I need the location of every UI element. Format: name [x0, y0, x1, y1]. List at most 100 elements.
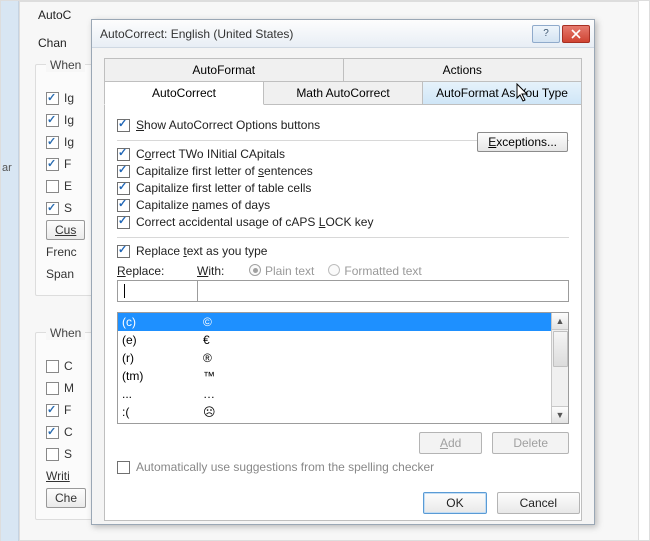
checkbox-auto-suggestions[interactable] [117, 461, 130, 474]
checkbox-icon[interactable] [46, 180, 59, 193]
checkbox-replace-as-type[interactable] [117, 245, 130, 258]
custom-dict-button[interactable]: Cus [46, 220, 85, 240]
checkbox-icon[interactable] [46, 158, 59, 171]
cancel-button[interactable]: Cancel [497, 492, 580, 514]
list-row[interactable]: (tm)™ [118, 367, 551, 385]
list-row[interactable]: (c)© [118, 313, 551, 331]
bg-item-label: M [64, 381, 74, 395]
bg-row: C [46, 423, 90, 441]
bg-row: Che [46, 489, 90, 507]
list-row[interactable]: ...… [118, 385, 551, 403]
scrollbar[interactable]: ▲ ▼ [551, 313, 568, 423]
help-button[interactable]: ? [532, 25, 560, 43]
bg-item-label: Ig [64, 113, 74, 127]
autocorrect-dialog: AutoCorrect: English (United States) ? A… [91, 19, 595, 525]
checkbox-capitalize-days[interactable] [117, 199, 130, 212]
checkbox-capitalize-cells[interactable] [117, 182, 130, 195]
dialog-footer: OK Cancel [423, 492, 580, 514]
bg-item-label: F [64, 157, 71, 171]
list-to: € [197, 333, 551, 347]
bg-group1-label: When [46, 58, 85, 72]
bg-writing-label: Writi [46, 469, 70, 483]
ok-button[interactable]: OK [423, 492, 486, 514]
bg-group2-label: When [46, 326, 85, 340]
tab-actions[interactable]: Actions [344, 58, 583, 82]
label-replace-as-type: Replace text as you type [136, 244, 267, 258]
checkbox-icon[interactable] [46, 360, 59, 373]
with-input[interactable] [197, 280, 569, 302]
bg-row: Ig [46, 111, 90, 129]
checkbox-correct-capslock[interactable] [117, 216, 130, 229]
titlebar[interactable]: AutoCorrect: English (United States) ? [92, 20, 594, 48]
list-from: (tm) [118, 369, 197, 383]
bg-item-label: E [64, 179, 72, 193]
label-capitalize-days: Capitalize names of days [136, 198, 270, 212]
tab-autoformat-as-you-type[interactable]: AutoFormat As You Type [423, 81, 582, 105]
checkbox-icon[interactable] [46, 426, 59, 439]
bg-item-label: C [64, 425, 73, 439]
checkbox-capitalize-sentences[interactable] [117, 165, 130, 178]
autocorrect-list[interactable]: (c)© (e)€ (r)® (tm)™ ...… :(☹ ▲ ▼ [117, 312, 569, 424]
label-show-options: Show AutoCorrect Options buttons [136, 118, 320, 132]
list-from: (c) [118, 315, 197, 329]
dialog-title: AutoCorrect: English (United States) [100, 27, 530, 41]
checkbox-icon[interactable] [46, 404, 59, 417]
replace-input[interactable] [117, 280, 197, 302]
tab-panel-autocorrect: Show AutoCorrect Options buttons Correct… [104, 105, 582, 521]
bg-row: Ig [46, 89, 90, 107]
checkbox-correct-two-initial-caps[interactable] [117, 148, 130, 161]
list-action-buttons: Add Delete [117, 432, 569, 454]
checkbox-icon[interactable] [46, 114, 59, 127]
checkbox-icon[interactable] [46, 202, 59, 215]
list-from: :( [118, 405, 197, 419]
list-to: ☹ [197, 405, 551, 419]
scroll-track[interactable] [552, 368, 568, 406]
checkbox-show-options[interactable] [117, 119, 130, 132]
tab-autoformat[interactable]: AutoFormat [104, 58, 344, 82]
bg-row: M [46, 379, 90, 397]
checkbox-icon[interactable] [46, 136, 59, 149]
bg-item-label: Ig [64, 91, 74, 105]
bg-item-label: Ig [64, 135, 74, 149]
bg-row: F [46, 155, 90, 173]
bg-left-strip [1, 1, 19, 541]
bg-grammar-bar-label: ar [2, 162, 12, 174]
list-from: (e) [118, 333, 197, 347]
label-formatted-text: Formatted text [344, 264, 421, 278]
checkbox-icon[interactable] [46, 448, 59, 461]
bg-item-label: C [64, 359, 73, 373]
scroll-down-icon[interactable]: ▼ [552, 406, 568, 423]
list-from: (r) [118, 351, 197, 365]
list-row[interactable]: (e)€ [118, 331, 551, 349]
scroll-up-icon[interactable]: ▲ [552, 313, 568, 330]
list-to: … [197, 387, 551, 401]
tab-autocorrect[interactable]: AutoCorrect [104, 81, 264, 105]
label-auto-suggestions: Automatically use suggestions from the s… [136, 460, 434, 474]
scroll-thumb[interactable] [553, 331, 568, 367]
label-correct-capslock: Correct accidental usage of cAPS LOCK ke… [136, 215, 373, 229]
bg-item-label: S [64, 201, 72, 215]
list-row[interactable]: :(☹ [118, 403, 551, 421]
radio-formatted-text [328, 264, 340, 276]
bg-change-label: Chan [38, 36, 67, 50]
dialog-body: AutoFormat Actions AutoCorrect Math Auto… [92, 48, 594, 521]
bg-spanish-label: Span [46, 267, 74, 281]
list-from: ... [118, 387, 197, 401]
exceptions-button[interactable]: Exceptions... [477, 132, 568, 152]
close-button[interactable] [562, 25, 590, 43]
bg-row: Frenc [46, 243, 90, 261]
bg-row: E [46, 177, 90, 195]
list-to: ™ [197, 369, 551, 383]
label-plain-text: Plain text [265, 264, 314, 278]
tab-math-autocorrect[interactable]: Math AutoCorrect [264, 81, 423, 105]
check-document-button[interactable]: Che [46, 488, 86, 508]
list-row[interactable]: (r)® [118, 349, 551, 367]
label-capitalize-cells: Capitalize first letter of table cells [136, 181, 311, 195]
checkbox-icon[interactable] [46, 92, 59, 105]
list-body: (c)© (e)€ (r)® (tm)™ ...… :(☹ [118, 313, 551, 423]
text-caret [124, 284, 125, 298]
checkbox-icon[interactable] [46, 382, 59, 395]
bg-french-label: Frenc [46, 245, 77, 259]
bg-row: F [46, 401, 90, 419]
bg-row: S [46, 199, 90, 217]
